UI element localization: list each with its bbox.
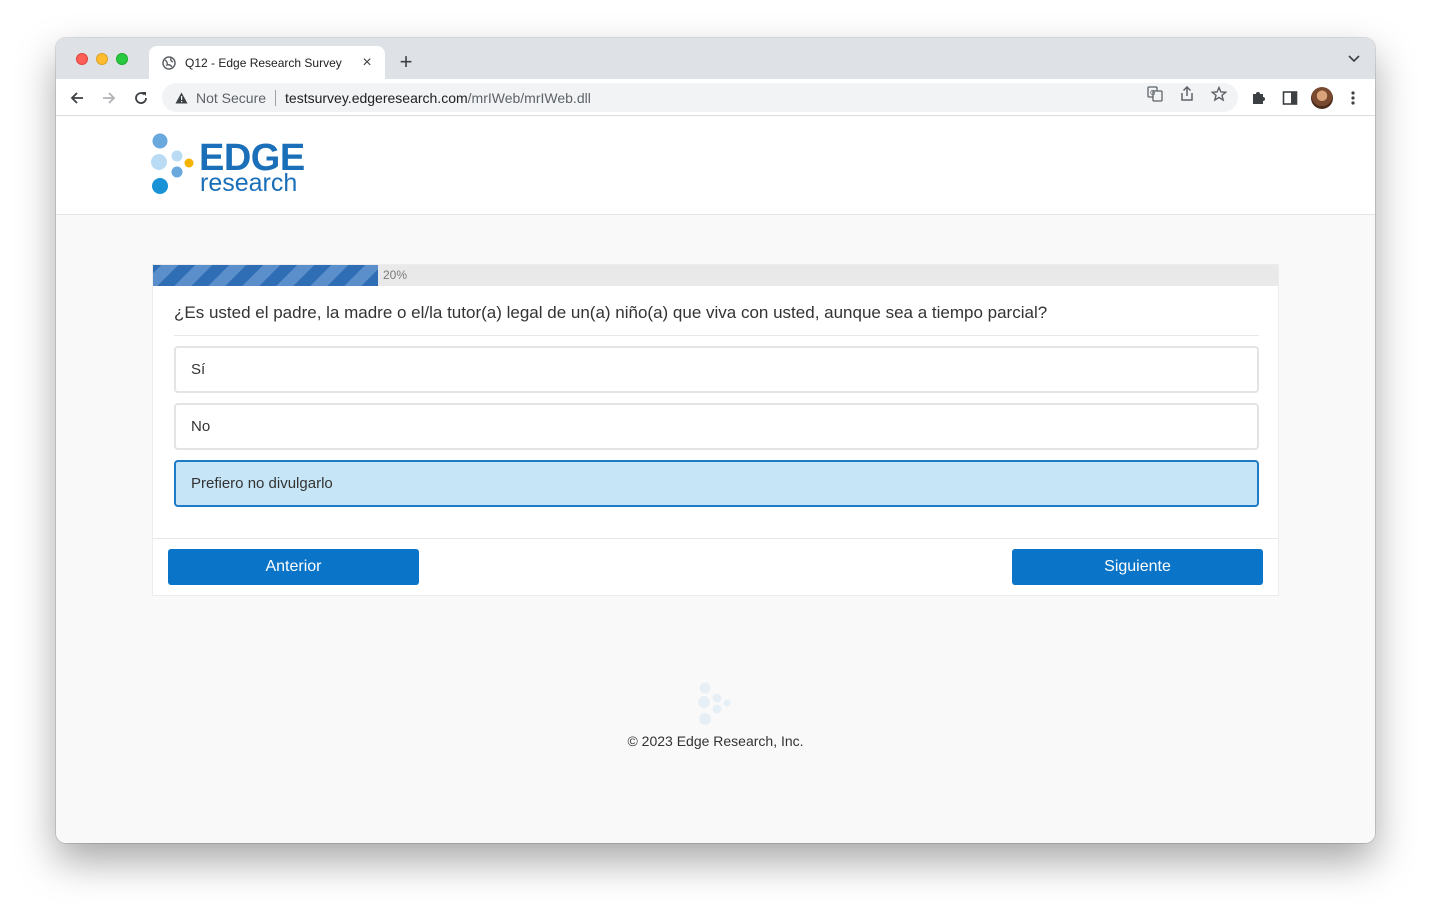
minimize-window-button[interactable]	[96, 53, 108, 65]
survey-card: 20% ¿Es usted el padre, la madre o el/la…	[152, 264, 1279, 596]
puzzle-icon[interactable]	[1248, 88, 1268, 108]
question-text: ¿Es usted el padre, la madre o el/la tut…	[174, 303, 1048, 322]
logo-dots-icon	[151, 133, 194, 194]
browser-tab[interactable]: Q12 - Edge Research Survey ×	[149, 46, 385, 79]
footer-logo-watermark-icon	[698, 682, 731, 725]
answer-option-si[interactable]: Sí	[174, 346, 1259, 393]
back-arrow-icon[interactable]	[67, 88, 87, 108]
answer-option-no[interactable]: No	[174, 403, 1259, 450]
next-button[interactable]: Siguiente	[1012, 549, 1263, 585]
previous-button[interactable]: Anterior	[168, 549, 419, 585]
tab-title: Q12 - Edge Research Survey	[185, 55, 342, 70]
translate-icon[interactable]: G	[1146, 85, 1164, 103]
security-status-label[interactable]: Not Secure	[196, 90, 266, 106]
url-host: testsurvey.edgeresearch.com	[285, 89, 468, 106]
profile-avatar[interactable]	[1311, 87, 1333, 109]
maximize-window-button[interactable]	[116, 53, 128, 65]
progress-label: 20%	[383, 268, 408, 282]
answer-option-label: Prefiero no divulgarlo	[191, 475, 333, 492]
svg-text:G: G	[1150, 89, 1155, 97]
progress-bar: 20%	[153, 265, 1278, 286]
logo-wordmark-research: research	[200, 169, 298, 197]
warning-triangle-icon[interactable]	[174, 91, 188, 105]
tab-strip: Q12 - Edge Research Survey × +	[56, 38, 1375, 79]
card-footer-divider	[153, 538, 1278, 539]
star-icon[interactable]	[1210, 85, 1228, 103]
tab-search-chevron-icon[interactable]	[1347, 52, 1361, 66]
edge-research-logo[interactable]: EDGE research	[151, 133, 311, 199]
side-panel-icon[interactable]	[1280, 88, 1300, 108]
site-header: EDGE research	[56, 116, 1375, 215]
new-tab-button[interactable]: +	[397, 51, 415, 73]
web-page: EDGE research 20% ¿Es usted el padre, la…	[56, 116, 1375, 843]
globe-icon	[161, 55, 177, 71]
reload-icon[interactable]	[131, 88, 151, 108]
address-bar[interactable]: Not Secure testsurvey.edgeresearch.com/m…	[162, 83, 1238, 112]
forward-arrow-icon[interactable]	[99, 88, 119, 108]
question-divider	[174, 335, 1259, 336]
kebab-menu-icon[interactable]	[1343, 88, 1363, 108]
browser-toolbar: Not Secure testsurvey.edgeresearch.com/m…	[56, 79, 1375, 116]
answer-option-prefer-not-to-say[interactable]: Prefiero no divulgarlo	[174, 460, 1259, 507]
close-window-button[interactable]	[76, 53, 88, 65]
progress-bar-fill	[153, 265, 378, 286]
omnibox-separator	[275, 89, 277, 106]
tab-close-icon[interactable]: ×	[359, 54, 375, 71]
share-icon[interactable]	[1178, 85, 1196, 103]
answer-option-label: No	[191, 418, 211, 435]
browser-window: Q12 - Edge Research Survey × + Not Secur…	[56, 38, 1375, 843]
url-path: /mrIWeb/mrIWeb.dll	[467, 89, 591, 106]
answer-option-label: Sí	[191, 361, 206, 378]
copyright-text: © 2023 Edge Research, Inc.	[627, 733, 804, 749]
